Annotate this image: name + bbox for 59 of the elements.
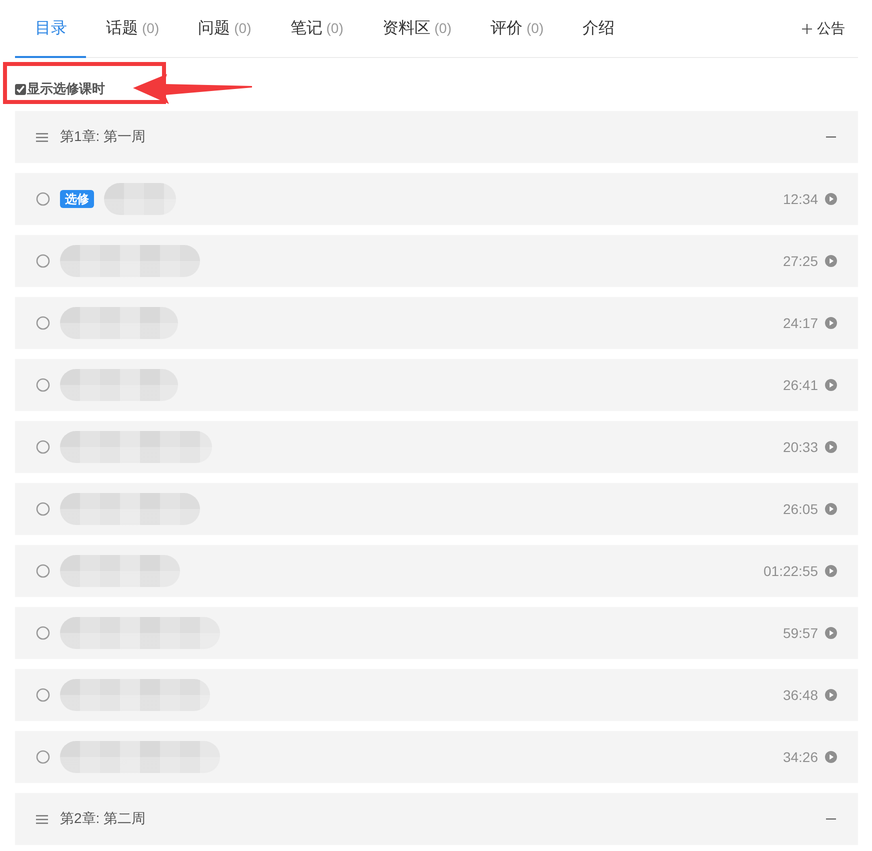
circle-icon <box>36 440 50 454</box>
lesson-duration: 12:34 <box>782 191 818 207</box>
chapter-title: 第2章: 第二周 <box>60 810 146 828</box>
circle-icon <box>36 316 50 330</box>
lesson-row[interactable]: 34:26 <box>15 731 858 783</box>
tab[interactable]: 介绍 <box>562 0 634 58</box>
lesson-row[interactable]: 26:41 <box>15 359 858 411</box>
checkbox[interactable] <box>15 84 26 94</box>
circle-icon <box>36 378 50 392</box>
lesson-duration: 24:17 <box>782 315 818 331</box>
list-icon <box>36 814 48 824</box>
plus-icon <box>802 24 812 34</box>
lesson-duration: 27:25 <box>782 253 818 269</box>
play-icon[interactable] <box>825 193 837 205</box>
tab[interactable]: 评价 (0) <box>470 0 563 58</box>
play-icon[interactable] <box>825 627 837 639</box>
chapter-header[interactable]: 第1章: 第一周 <box>15 111 858 163</box>
tab[interactable]: 话题 (0) <box>86 0 178 58</box>
lesson-duration: 01:22:55 <box>764 563 818 579</box>
chapter-header[interactable]: 第2章: 第二周 <box>15 793 858 845</box>
circle-icon <box>36 192 50 206</box>
circle-icon <box>36 688 50 702</box>
checkbox-label[interactable]: 显示选修课时 <box>27 80 105 98</box>
lesson-duration: 20:33 <box>782 439 818 455</box>
lesson-row[interactable]: 26:05 <box>15 483 858 535</box>
lesson-duration: 34:26 <box>782 749 818 765</box>
lesson-row[interactable]: 01:22:55 <box>15 545 858 597</box>
lesson-duration: 26:05 <box>782 501 818 517</box>
lesson-row[interactable]: 59:57 <box>15 607 858 659</box>
optional-tag: 选修 <box>60 190 94 208</box>
lesson-duration: 59:57 <box>782 625 818 641</box>
play-icon[interactable] <box>825 317 837 329</box>
circle-icon <box>36 750 50 764</box>
lesson-row[interactable]: 20:33 <box>15 421 858 473</box>
lesson-row[interactable]: 36:48 <box>15 669 858 721</box>
lesson-row[interactable]: 24:17 <box>15 297 858 349</box>
list-icon <box>36 132 48 142</box>
circle-icon <box>36 564 50 578</box>
tab[interactable]: 资料区 (0) <box>362 0 470 58</box>
lesson-row[interactable]: 选修 12:34 <box>15 173 858 225</box>
tab[interactable]: 问题 (0) <box>178 0 270 58</box>
play-icon[interactable] <box>825 565 837 577</box>
announcement-button[interactable]: 公告 <box>802 20 845 38</box>
play-icon[interactable] <box>825 255 837 267</box>
circle-icon <box>36 626 50 640</box>
lesson-duration: 26:41 <box>782 377 818 393</box>
circle-icon <box>36 254 50 268</box>
lesson-duration: 36:48 <box>782 687 818 703</box>
play-icon[interactable] <box>825 441 837 453</box>
play-icon[interactable] <box>825 503 837 515</box>
circle-icon <box>36 502 50 516</box>
tab[interactable]: 笔记 (0) <box>270 0 362 58</box>
blurred-title <box>104 183 176 215</box>
tab[interactable]: 目录 <box>15 0 86 58</box>
play-icon[interactable] <box>825 751 837 763</box>
play-icon[interactable] <box>825 379 837 391</box>
chapter-title: 第1章: 第一周 <box>60 128 146 146</box>
lesson-row[interactable]: 27:25 <box>15 235 858 287</box>
play-icon[interactable] <box>825 689 837 701</box>
